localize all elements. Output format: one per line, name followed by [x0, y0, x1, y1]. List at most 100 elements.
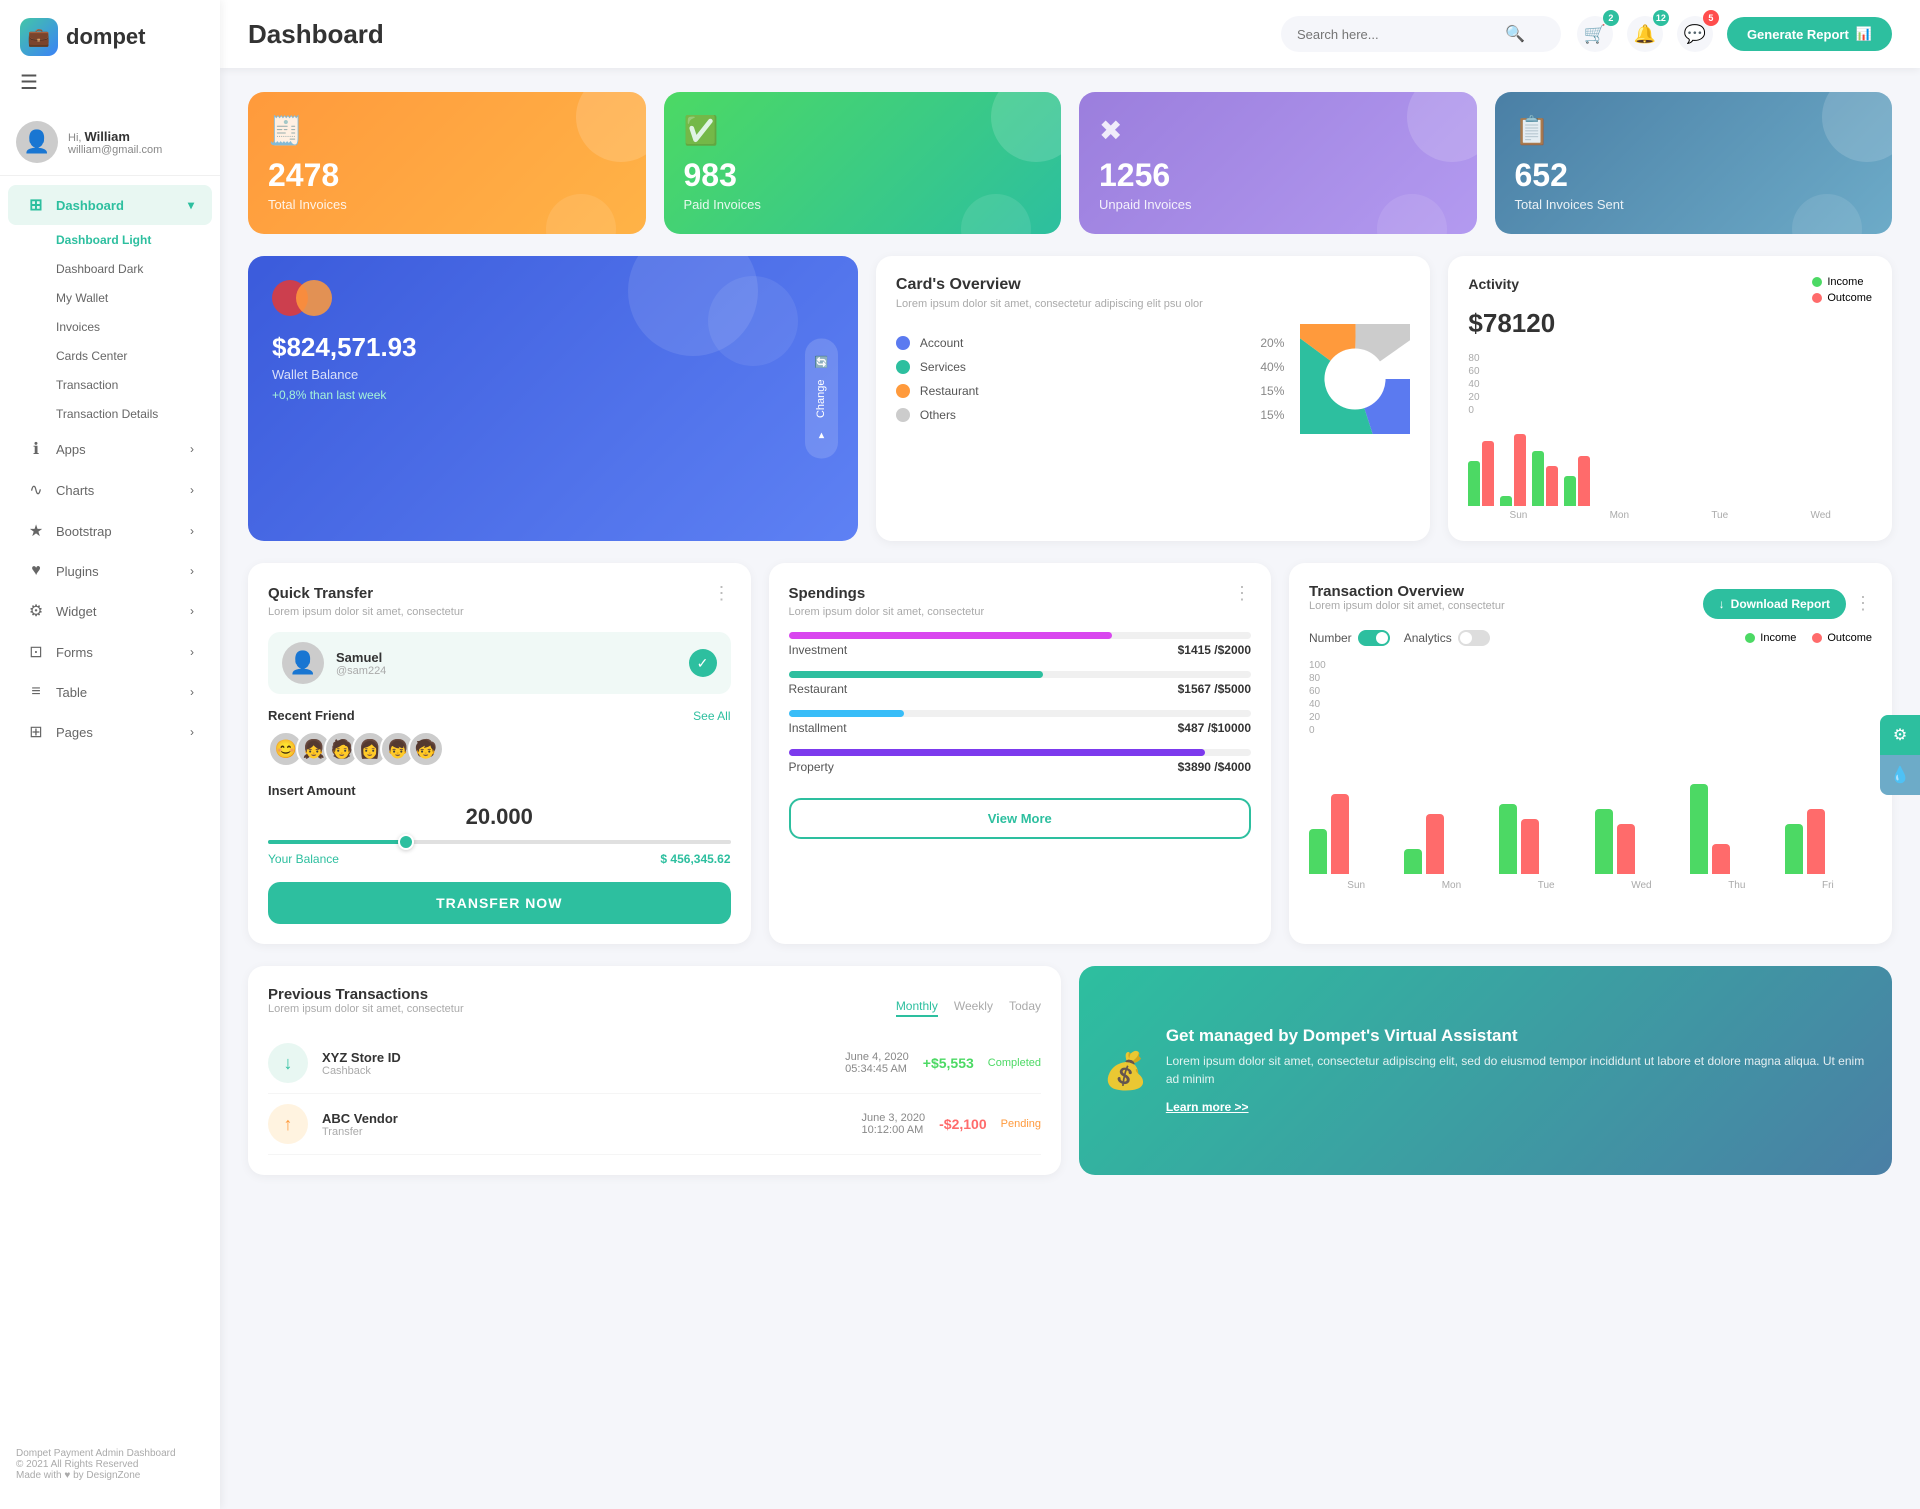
sidebar-item-plugins[interactable]: ♥ Plugins › [8, 552, 212, 590]
logo-icon: 💼 [20, 18, 58, 56]
overview-item-restaurant: Restaurant 15% [896, 384, 1284, 398]
sidebar-item-widget[interactable]: ⚙ Widget › [8, 591, 212, 631]
balance-value: $ 456,345.62 [660, 852, 730, 866]
overview-item-services: Services 40% [896, 360, 1284, 374]
pages-icon: ⊞ [26, 722, 46, 742]
spending-property: Property $3890 /$4000 [789, 749, 1252, 774]
sidebar-item-transaction-details[interactable]: Transaction Details [8, 400, 212, 428]
to-menu[interactable]: ⋮ [1854, 593, 1872, 614]
total-invoices-number: 2478 [268, 159, 626, 191]
bar-sun-outcome [1482, 441, 1494, 506]
logo: 💼 dompet [0, 0, 220, 70]
widget-icon: ⚙ [26, 601, 46, 621]
outcome-dot [1812, 293, 1822, 303]
page-title: Dashboard [248, 19, 1265, 50]
account-label: Account [920, 336, 1250, 350]
tab-today[interactable]: Today [1009, 999, 1041, 1017]
settings-float-button[interactable]: ⚙ [1880, 715, 1920, 755]
generate-report-button[interactable]: Generate Report 📊 [1727, 17, 1892, 51]
transaction-sub-2: Transfer [322, 1126, 848, 1138]
sidebar-item-cards-center[interactable]: Cards Center [8, 342, 212, 370]
paid-invoices-number: 983 [684, 159, 1042, 191]
wallet-change: +0,8% than last week [272, 388, 834, 402]
insert-amount-value: 20.000 [268, 804, 731, 830]
sidebar-item-bootstrap[interactable]: ★ Bootstrap › [8, 511, 212, 551]
tab-monthly[interactable]: Monthly [896, 999, 938, 1017]
installment-values: $487 /$10000 [1178, 721, 1251, 735]
main-content: 🧾 2478 Total Invoices ✅ 983 Paid Invoice… [220, 68, 1920, 1509]
qt-check-icon: ✓ [689, 649, 717, 677]
chevron-right-icon: › [190, 645, 194, 659]
cart-icon-badge[interactable]: 🛒 2 [1577, 16, 1613, 52]
va-desc: Lorem ipsum dolor sit amet, consectetur … [1166, 1052, 1868, 1088]
transfer-now-button[interactable]: TRANSFER NOW [268, 882, 731, 924]
table-icon: ≡ [26, 683, 46, 701]
installment-label: Installment [789, 721, 847, 735]
search-box[interactable]: 🔍 [1281, 16, 1561, 52]
charts-icon: ∿ [26, 480, 46, 500]
sidebar-item-dashboard[interactable]: ⊞ Dashboard ▾ [8, 185, 212, 225]
user-name: Hi, William [68, 129, 162, 144]
activity-amount: $78120 [1468, 308, 1872, 339]
download-report-button[interactable]: ↓ Download Report [1703, 589, 1846, 619]
sidebar-item-dashboard-light[interactable]: Dashboard Light [8, 226, 212, 254]
quick-transfer-menu[interactable]: ⋮ [713, 583, 731, 604]
mastercard-orange-circle [296, 280, 332, 316]
spending-investment: Investment $1415 /$2000 [789, 632, 1252, 657]
to-title: Transaction Overview [1309, 583, 1505, 600]
chevron-down-icon: ▾ [188, 198, 194, 212]
number-toggle[interactable] [1358, 630, 1390, 646]
quick-transfer-title: Quick Transfer [268, 585, 373, 602]
tab-weekly[interactable]: Weekly [954, 999, 993, 1017]
transaction-time-2: 10:12:00 AM [862, 1124, 926, 1136]
amount-slider[interactable] [268, 840, 731, 844]
va-title: Get managed by Dompet's Virtual Assistan… [1166, 1026, 1868, 1046]
view-more-button[interactable]: View More [789, 798, 1252, 839]
header: Dashboard 🔍 🛒 2 🔔 12 💬 5 Generate Report… [220, 0, 1920, 68]
sidebar-item-forms[interactable]: ⊡ Forms › [8, 632, 212, 672]
apps-icon: ℹ [26, 439, 46, 459]
to-bar-labels: SunMonTueWedThuFri [1309, 880, 1872, 891]
sidebar-item-pages[interactable]: ⊞ Pages › [8, 712, 212, 752]
recent-friend-label: Recent Friend [268, 708, 355, 723]
see-more-link[interactable]: See All [693, 709, 730, 723]
sidebar-item-invoices[interactable]: Invoices [8, 313, 212, 341]
transaction-date-2: June 3, 2020 [862, 1112, 926, 1124]
sidebar-item-transaction[interactable]: Transaction [8, 371, 212, 399]
va-learn-more-link[interactable]: Learn more >> [1166, 1100, 1249, 1114]
analytics-toggle[interactable] [1458, 630, 1490, 646]
sidebar-item-my-wallet[interactable]: My Wallet [8, 284, 212, 312]
services-pct: 40% [1260, 360, 1284, 374]
to-legend: Income Outcome [1745, 632, 1872, 644]
spending-restaurant: Restaurant $1567 /$5000 [789, 671, 1252, 696]
download-icon: ↓ [1719, 597, 1725, 611]
change-button[interactable]: 🔄 Change ▾ [805, 338, 838, 459]
hamburger-menu[interactable]: ☰ [0, 70, 220, 109]
overview-items: Account 20% Services 40% Restaurant 15% [896, 336, 1284, 422]
sidebar-item-apps[interactable]: ℹ Apps › [8, 429, 212, 469]
services-label: Services [920, 360, 1250, 374]
investment-label: Investment [789, 643, 848, 657]
footer-copy: © 2021 All Rights Reserved [16, 1459, 204, 1470]
bell-icon-badge[interactable]: 🔔 12 [1627, 16, 1663, 52]
virtual-assistant-banner: 💰 Get managed by Dompet's Virtual Assist… [1079, 966, 1892, 1175]
spendings-menu[interactable]: ⋮ [1233, 583, 1251, 604]
search-input[interactable] [1297, 27, 1497, 42]
to-controls: Number Analytics Income [1309, 630, 1872, 646]
restaurant-dot [896, 384, 910, 398]
transaction-sub: Cashback [322, 1065, 831, 1077]
msg-badge: 5 [1703, 10, 1719, 26]
sidebar-item-dashboard-dark[interactable]: Dashboard Dark [8, 255, 212, 283]
water-drop-float-button[interactable]: 💧 [1880, 755, 1920, 795]
wallet-overview-row: $824,571.93 Wallet Balance +0,8% than la… [248, 256, 1892, 541]
unpaid-invoices-label: Unpaid Invoices [1099, 197, 1457, 212]
sidebar-item-table[interactable]: ≡ Table › [8, 673, 212, 711]
sidebar-item-label: Apps [56, 442, 86, 457]
to-desc: Lorem ipsum dolor sit amet, consectetur [1309, 600, 1505, 612]
qt-user-name: Samuel [336, 650, 386, 665]
plugins-icon: ♥ [26, 562, 46, 580]
invoice-icon: 🧾 [268, 114, 626, 147]
sidebar-item-charts[interactable]: ∿ Charts › [8, 470, 212, 510]
message-icon-badge[interactable]: 💬 5 [1677, 16, 1713, 52]
sidebar-navigation: ⊞ Dashboard ▾ Dashboard Light Dashboard … [0, 176, 220, 1436]
